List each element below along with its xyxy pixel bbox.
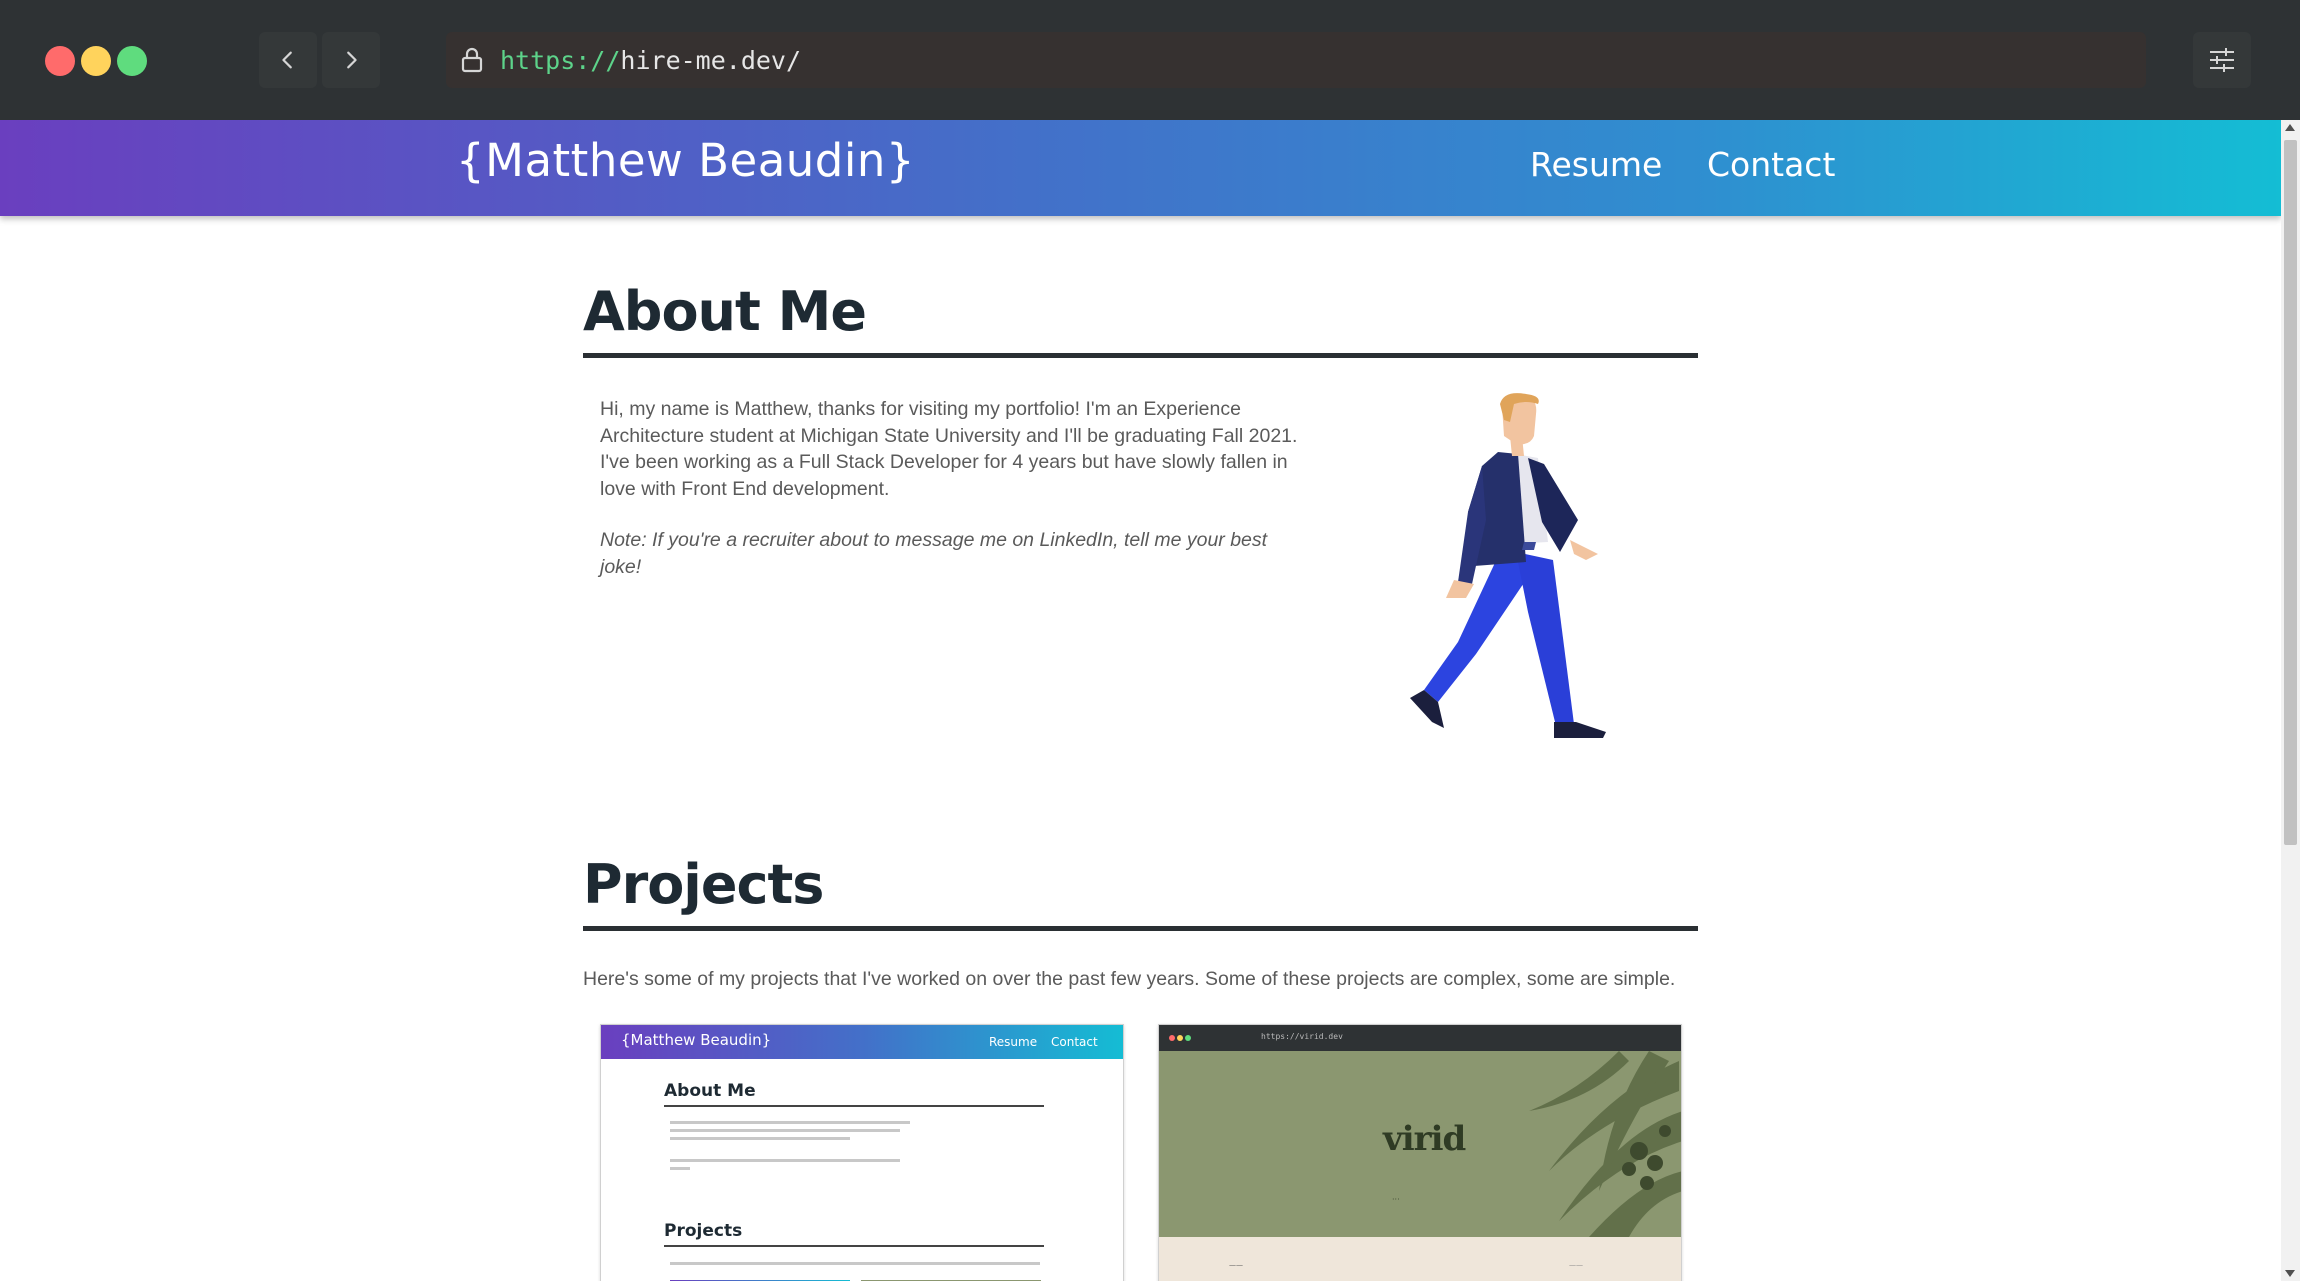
preview-text-line (670, 1137, 850, 1140)
back-button[interactable] (259, 32, 317, 88)
page-scrollbar[interactable] (2281, 120, 2300, 1281)
preview-about-title: About Me (664, 1081, 756, 1101)
projects-divider (583, 926, 1698, 931)
minimize-window-button[interactable] (81, 46, 111, 76)
forward-button[interactable] (322, 32, 380, 88)
page-viewport: {Matthew Beaudin} Resume Contact About M… (0, 120, 2281, 1281)
about-note: Note: If you're a recruiter about to mes… (600, 529, 1268, 578)
about-title: About Me (583, 280, 867, 343)
preview-dot (1177, 1035, 1183, 1041)
scroll-thumb[interactable] (2284, 140, 2297, 845)
lock-icon (456, 44, 488, 76)
project-card-virid[interactable]: https://virid.dev virid ··· —— —— (1158, 1024, 1682, 1281)
preview-footer-text: —— (1569, 1261, 1583, 1269)
maximize-window-button[interactable] (117, 46, 147, 76)
url-scheme: https:// (500, 45, 621, 75)
preview-divider (664, 1245, 1044, 1247)
back-icon (282, 51, 292, 69)
close-window-button[interactable] (45, 46, 75, 76)
settings-button[interactable] (2193, 32, 2251, 88)
forward-icon (347, 51, 357, 69)
scroll-down-icon[interactable] (2285, 1270, 2295, 1277)
scroll-up-icon[interactable] (2285, 124, 2295, 131)
preview-footer-band: —— —— (1159, 1237, 1681, 1281)
preview-text-line (670, 1129, 900, 1132)
projects-title: Projects (583, 853, 824, 916)
preview-text-line (670, 1167, 690, 1170)
address-bar[interactable]: https://hire-me.dev/ (446, 32, 2146, 88)
walking-man-illustration (1410, 393, 1606, 738)
preview-text-line (670, 1262, 1040, 1265)
preview-virid-link: ··· (1392, 1195, 1400, 1204)
url-host: hire-me.dev/ (620, 45, 802, 75)
preview-text-line (670, 1159, 900, 1162)
preview-url: https://virid.dev (1261, 1032, 1343, 1041)
preview-nav-resume: Resume (989, 1035, 1038, 1049)
preview-nav-contact: Contact (1051, 1035, 1098, 1049)
nav-resume-link[interactable]: Resume (1530, 145, 1662, 184)
preview-projects-title: Projects (664, 1221, 743, 1241)
site-brand-link[interactable]: {Matthew Beaudin} (456, 134, 915, 187)
preview-header: {Matthew Beaudin} Resume Contact (601, 1025, 1123, 1059)
about-divider (583, 353, 1698, 358)
preview-text-line (670, 1121, 910, 1124)
preview-footer-text: —— (1229, 1261, 1243, 1269)
nav-contact-link[interactable]: Contact (1707, 145, 1835, 184)
url-text[interactable]: https://hire-me.dev/ (500, 46, 801, 75)
preview-virid-logo: virid (1383, 1119, 1466, 1159)
settings-sliders-icon (2210, 48, 2234, 72)
preview-dot (1169, 1035, 1175, 1041)
preview-dot (1185, 1035, 1191, 1041)
preview-brand: {Matthew Beaudin} (621, 1031, 772, 1049)
preview-browser-bar: https://virid.dev (1159, 1025, 1681, 1051)
project-card-portfolio[interactable]: {Matthew Beaudin} Resume Contact About M… (600, 1024, 1124, 1281)
about-paragraph: Hi, my name is Matthew, thanks for visit… (600, 398, 1298, 500)
preview-divider (664, 1105, 1044, 1107)
projects-intro: Here's some of my projects that I've wor… (583, 968, 1676, 990)
browser-chrome: https://hire-me.dev/ (0, 0, 2300, 120)
site-header: {Matthew Beaudin} Resume Contact (0, 120, 2281, 216)
leaf-decoration-icon (1529, 1051, 1681, 1237)
